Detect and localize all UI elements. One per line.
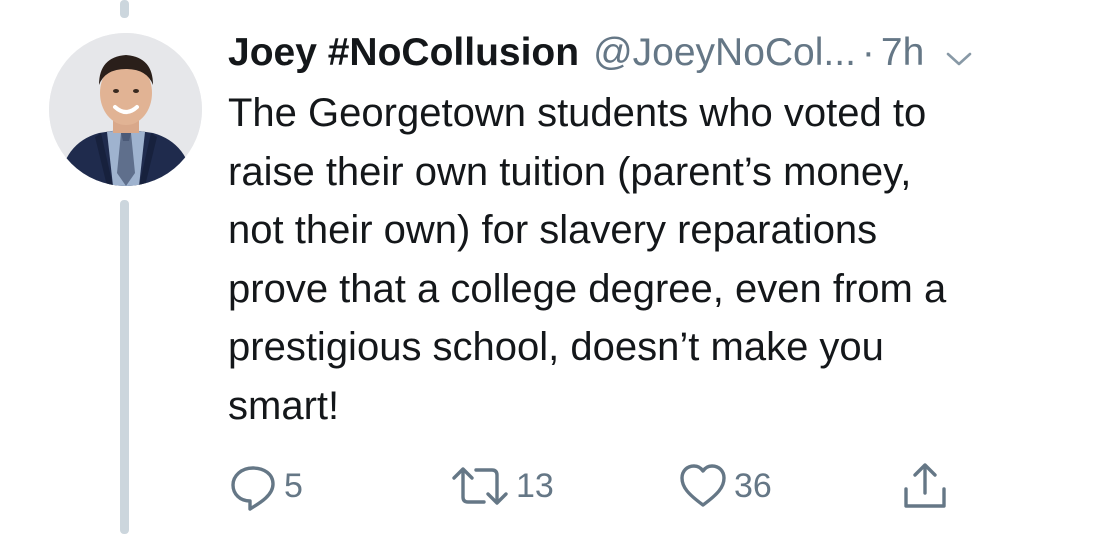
share-icon bbox=[900, 461, 950, 511]
reply-icon bbox=[228, 461, 278, 511]
retweet-button[interactable]: 13 bbox=[450, 458, 554, 514]
thread-line-top bbox=[120, 0, 129, 18]
reply-count: 5 bbox=[284, 466, 303, 505]
separator-dot: · bbox=[861, 31, 875, 74]
reply-button[interactable]: 5 bbox=[228, 458, 303, 514]
tweet-actions: 5 13 36 bbox=[228, 458, 1028, 514]
heart-icon bbox=[678, 461, 728, 511]
user-handle[interactable]: @JoeyNoCol... bbox=[593, 28, 856, 78]
tweet-header: Joey #NoCollusion @JoeyNoCol... · 7h bbox=[228, 28, 1088, 78]
timestamp[interactable]: 7h bbox=[881, 28, 924, 78]
share-button[interactable] bbox=[900, 458, 950, 514]
like-count: 36 bbox=[734, 466, 772, 505]
chevron-down-icon[interactable] bbox=[946, 30, 972, 80]
avatar[interactable] bbox=[49, 33, 202, 186]
tweet-text: The Georgetown students who voted to rai… bbox=[228, 91, 947, 428]
thread-line-bottom bbox=[120, 200, 129, 534]
retweet-icon bbox=[450, 461, 510, 511]
retweet-count: 13 bbox=[516, 466, 554, 505]
display-name[interactable]: Joey #NoCollusion bbox=[228, 28, 579, 78]
like-button[interactable]: 36 bbox=[678, 458, 772, 514]
